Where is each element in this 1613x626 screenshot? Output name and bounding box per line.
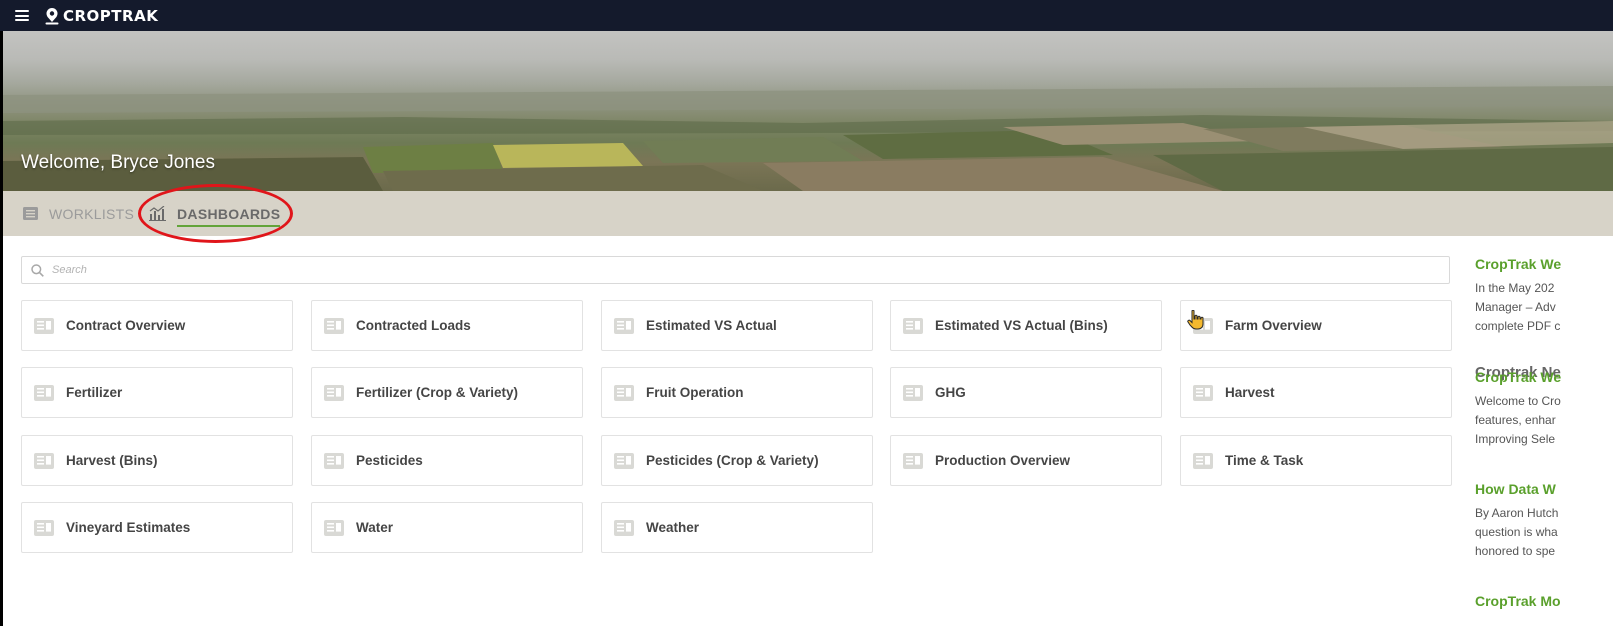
- news-item-title[interactable]: CropTrak Mo: [1475, 593, 1613, 609]
- tab-worklists-label: WORKLISTS: [49, 205, 135, 222]
- dashboard-tile[interactable]: Weather: [601, 502, 873, 553]
- dashboard-tile[interactable]: Pesticides (Crop & Variety): [601, 435, 873, 486]
- dashboard-tile[interactable]: Fruit Operation: [601, 367, 873, 418]
- news-item-text: In the May 202: [1475, 281, 1555, 295]
- dashboard-tile-label: Farm Overview: [1225, 318, 1322, 333]
- hand-cursor-icon: [1187, 310, 1204, 330]
- news-item[interactable]: CropTrak We In the May 202 Manager – Adv co…: [1475, 256, 1613, 336]
- tab-dashboards[interactable]: DASHBOARDS: [149, 191, 281, 236]
- news-item-title[interactable]: CropTrak We: [1475, 256, 1613, 272]
- dashboard-tile-label: Production Overview: [935, 453, 1071, 468]
- news-item[interactable]: CropTrak Mo: [1475, 593, 1613, 616]
- dashboard-tile-label: Harvest: [1225, 385, 1275, 400]
- dashboard-tile-label: Estimated VS Actual: [646, 318, 777, 333]
- dashboard-tile[interactable]: Production Overview: [890, 435, 1162, 486]
- hamburger-menu-icon[interactable]: [15, 10, 29, 21]
- dashboard-tile[interactable]: Harvest: [1180, 367, 1452, 418]
- bar-chart-icon: [149, 206, 166, 221]
- news-item-text: question is wha: [1475, 525, 1558, 539]
- dashboard-tile-label: GHG: [935, 385, 966, 400]
- welcome-message: Welcome, Bryce Jones: [21, 152, 215, 173]
- news-item-title[interactable]: How Data W: [1475, 481, 1613, 497]
- dashboard-icon: [614, 452, 634, 469]
- top-navbar: CROPTRAK: [0, 0, 1613, 31]
- news-item[interactable]: How Data W By Aaron Hutch question is wha h…: [1475, 481, 1613, 561]
- tab-bar: WORKLISTS DASHBOARDS Croptrak Ne: [3, 191, 1613, 381]
- dashboard-icon: [903, 452, 923, 469]
- dashboard-tile-label: Fertilizer: [66, 385, 123, 400]
- news-panel: CropTrak We In the May 202 Manager – Adv co…: [1475, 256, 1613, 626]
- news-item-text: Manager – Adv: [1475, 300, 1556, 314]
- news-item[interactable]: CropTrak We Welcome to Cro features, enhar…: [1475, 369, 1613, 449]
- dashboard-icon: [34, 519, 54, 536]
- dashboard-tile-label: Contract Overview: [66, 318, 186, 333]
- dashboard-icon: [324, 452, 344, 469]
- dashboard-tile-label: Contracted Loads: [356, 318, 471, 333]
- dashboard-tile[interactable]: Contracted Loads: [311, 300, 583, 351]
- dashboard-tile[interactable]: Pesticides: [311, 435, 583, 486]
- dashboard-tile[interactable]: Time & Task: [1180, 435, 1452, 486]
- dashboard-icon: [324, 317, 344, 334]
- dashboard-tile[interactable]: Water: [311, 502, 583, 553]
- search-icon: [31, 263, 44, 277]
- dashboard-tile[interactable]: Farm Overview: [1180, 300, 1452, 351]
- news-item-text: Welcome to Cro: [1475, 394, 1561, 408]
- dashboard-tile-label: Water: [356, 520, 394, 535]
- search-input[interactable]: [52, 264, 1352, 276]
- dashboard-tile[interactable]: Fertilizer: [21, 367, 293, 418]
- dashboard-icon: [903, 384, 923, 401]
- croptrak-logo[interactable]: CROPTRAK: [44, 7, 158, 25]
- dashboard-tile-label: Weather: [646, 520, 700, 535]
- dashboard-icon: [34, 384, 54, 401]
- dashboard-icon: [34, 317, 54, 334]
- dashboard-tile[interactable]: Estimated VS Actual: [601, 300, 873, 351]
- list-icon: [23, 207, 38, 220]
- dashboard-tile[interactable]: GHG: [890, 367, 1162, 418]
- news-item-text: complete PDF c: [1475, 319, 1561, 333]
- dashboard-tile-label: Fertilizer (Crop & Variety): [356, 385, 519, 400]
- main-content: Welcome, Bryce Jones WORKLISTS DASHBOARD…: [3, 31, 1613, 626]
- brand-name: CROPTRAK: [63, 6, 159, 25]
- location-pin-icon: [45, 7, 59, 24]
- dashboard-tile[interactable]: Contract Overview: [21, 300, 293, 351]
- dashboard-icon: [324, 519, 344, 536]
- dashboard-tile[interactable]: Harvest (Bins): [21, 435, 293, 486]
- dashboard-icon: [903, 317, 923, 334]
- news-item-text: Improving Sele: [1475, 432, 1556, 446]
- hero-banner: Welcome, Bryce Jones: [3, 31, 1613, 191]
- dashboard-icon: [1193, 452, 1213, 469]
- dashboard-icon: [324, 384, 344, 401]
- dashboard-tile-label: Pesticides (Crop & Variety): [646, 453, 819, 468]
- tab-worklists[interactable]: WORKLISTS: [23, 191, 134, 236]
- farmland-landscape-image: [3, 86, 1613, 191]
- dashboard-tile[interactable]: Estimated VS Actual (Bins): [890, 300, 1162, 351]
- news-item-title[interactable]: CropTrak We: [1475, 369, 1613, 385]
- dashboard-tile[interactable]: Vineyard Estimates: [21, 502, 293, 553]
- dashboard-tile-label: Pesticides: [356, 453, 423, 468]
- dashboard-tile[interactable]: Fertilizer (Crop & Variety): [311, 367, 583, 418]
- dashboard-icon: [614, 519, 634, 536]
- dashboard-tile-label: Estimated VS Actual (Bins): [935, 318, 1108, 333]
- dashboard-tile-label: Time & Task: [1225, 453, 1304, 468]
- active-tab-indicator: [177, 225, 281, 227]
- dashboard-tile-label: Vineyard Estimates: [66, 520, 191, 535]
- app-window: CROPTRAK Welcome, Bryce Jones WORKLISTS …: [0, 0, 1613, 626]
- dashboard-icon: [614, 384, 634, 401]
- dashboard-icon: [1193, 384, 1213, 401]
- news-item-text: By Aaron Hutch: [1475, 506, 1559, 520]
- dashboard-icon: [34, 452, 54, 469]
- tab-dashboards-label: DASHBOARDS: [177, 205, 281, 222]
- news-item-text: features, enhar: [1475, 413, 1556, 427]
- dashboard-tile-label: Harvest (Bins): [66, 453, 158, 468]
- dashboard-tile-label: Fruit Operation: [646, 385, 744, 400]
- dashboard-icon: [614, 317, 634, 334]
- dashboard-search: [21, 256, 1450, 284]
- news-item-text: honored to spe: [1475, 544, 1556, 558]
